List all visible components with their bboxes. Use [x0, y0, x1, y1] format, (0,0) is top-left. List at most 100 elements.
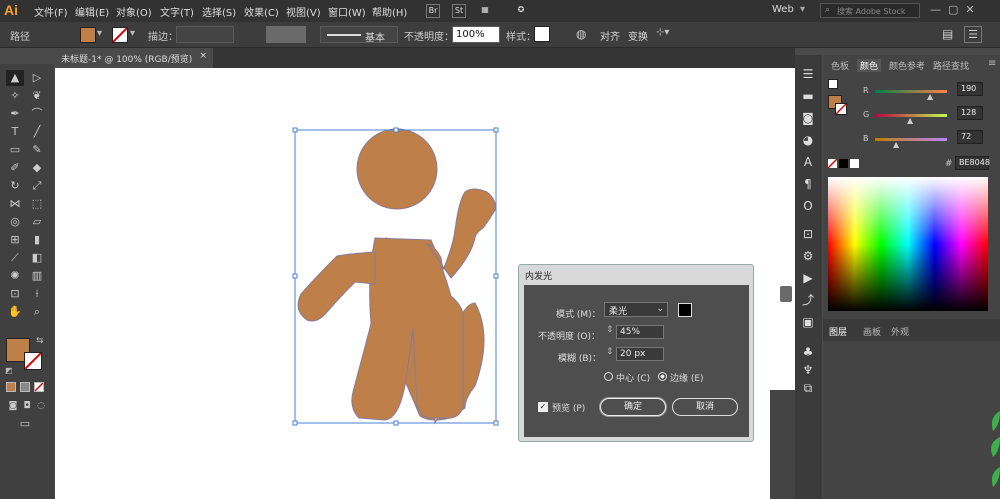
green-slider-thumb[interactable]: ▲: [907, 116, 913, 125]
center-radio[interactable]: [604, 372, 613, 381]
transform-panel-icon[interactable]: ⊡: [798, 225, 818, 243]
arrange-icon[interactable]: ▤: [942, 27, 953, 41]
edge-radio[interactable]: [658, 372, 667, 381]
rectangle-tool-icon[interactable]: ▭: [6, 142, 24, 158]
mesh-tool-icon[interactable]: ⊞: [6, 232, 24, 248]
color-spectrum[interactable]: [828, 177, 988, 311]
variable-width-profile[interactable]: [266, 26, 306, 43]
opacity-stepper-icon[interactable]: ⇕: [606, 325, 614, 335]
panel-menu-icon[interactable]: ≡: [988, 58, 996, 69]
paintbrush-tool-icon[interactable]: ✎: [28, 142, 46, 158]
gpu-performance-icon[interactable]: ✪: [514, 4, 528, 18]
fill-dropdown-icon[interactable]: ▾: [97, 28, 102, 39]
blur-stepper-icon[interactable]: ⇕: [606, 347, 614, 357]
links-icon[interactable]: ⧉: [798, 379, 818, 397]
draw-inside-icon[interactable]: ◌: [32, 398, 50, 414]
blue-slider-thumb[interactable]: ▲: [893, 140, 899, 149]
color-mode-icon[interactable]: [6, 382, 16, 392]
opacity-field-input[interactable]: 45%: [616, 325, 664, 339]
width-tool-icon[interactable]: ⋈: [6, 196, 24, 212]
scale-tool-icon[interactable]: ⤢: [28, 178, 46, 194]
black-swatch[interactable]: [839, 159, 848, 168]
asset-export-icon[interactable]: ▣: [798, 313, 818, 331]
blur-input[interactable]: 20 px: [616, 347, 664, 361]
blue-value-input[interactable]: 72: [957, 130, 983, 144]
document-tab[interactable]: 未标题-1* @ 100% (RGB/预览) ×: [55, 48, 213, 68]
glow-color-swatch[interactable]: [678, 303, 692, 317]
column-graph-tool-icon[interactable]: ▥: [28, 268, 46, 284]
screen-mode-icon[interactable]: ▭: [16, 416, 34, 432]
white-swatch[interactable]: [850, 159, 859, 168]
free-transform-tool-icon[interactable]: ⬚: [28, 196, 46, 212]
magic-wand-tool-icon[interactable]: ✧: [6, 88, 24, 104]
color-panel-icon[interactable]: ☰: [798, 65, 818, 83]
stroke-dropdown-icon[interactable]: ▾: [130, 28, 135, 39]
opentype-icon[interactable]: O: [798, 197, 818, 215]
shaper-tool-icon[interactable]: ✐: [6, 160, 24, 176]
tab-pathfinder[interactable]: 路径查找: [933, 59, 969, 72]
tab-swatches[interactable]: 色板: [831, 59, 849, 72]
preview-checkbox[interactable]: ✓: [538, 402, 548, 412]
gradient-tool-icon[interactable]: ▮: [28, 232, 46, 248]
brush-definition-dropdown[interactable]: 基本: [320, 26, 398, 44]
red-slider-thumb[interactable]: ▲: [927, 92, 933, 101]
fill-swatch[interactable]: [80, 27, 96, 43]
pen-tool-icon[interactable]: ✒: [6, 106, 24, 122]
shape-builder-tool-icon[interactable]: ◎: [6, 214, 24, 230]
isolate-icon[interactable]: ⊹▾: [656, 27, 669, 38]
menu-effect[interactable]: 效果(C): [244, 4, 279, 19]
export-icon[interactable]: ⤴: [798, 291, 818, 309]
curvature-tool-icon[interactable]: ⌒: [28, 106, 46, 122]
menu-file[interactable]: 文件(F): [34, 4, 68, 19]
menu-edit[interactable]: 编辑(E): [75, 4, 109, 19]
mode-select[interactable]: 柔光 ⌄: [604, 302, 668, 317]
puppet-warp-icon[interactable]: ♆: [798, 361, 818, 379]
lasso-tool-icon[interactable]: ❦: [28, 88, 46, 104]
opacity-input[interactable]: 100%: [452, 26, 500, 43]
none-mode-icon[interactable]: [34, 382, 44, 392]
canvas-scrollbar-thumb[interactable]: [780, 286, 792, 302]
menu-object[interactable]: 对象(O): [116, 4, 152, 19]
menu-view[interactable]: 视图(V): [286, 4, 321, 19]
appearance-icon[interactable]: ◕: [798, 131, 818, 149]
rotate-tool-icon[interactable]: ↻: [6, 178, 24, 194]
perspective-grid-tool-icon[interactable]: ▱: [28, 214, 46, 230]
character-icon[interactable]: A: [798, 153, 818, 171]
menu-window[interactable]: 窗口(W): [328, 4, 366, 19]
default-colors-icon[interactable]: ◩: [5, 366, 13, 375]
zoom-tool-icon[interactable]: ⌕: [28, 304, 46, 320]
stroke-weight-input[interactable]: [176, 26, 234, 43]
menu-select[interactable]: 选择(S): [202, 4, 236, 19]
artboard-tool-icon[interactable]: ⊡: [6, 286, 24, 302]
none-swatch-icon[interactable]: [828, 159, 837, 168]
red-value-input[interactable]: 190: [957, 82, 983, 96]
paragraph-icon[interactable]: ¶: [798, 175, 818, 193]
tab-artboards[interactable]: 画板: [863, 325, 881, 338]
bridge-button[interactable]: Br: [426, 4, 440, 18]
window-controls[interactable]: — ▢ ✕: [930, 3, 1000, 18]
symbol-sprayer-tool-icon[interactable]: ✺: [6, 268, 24, 284]
panel-stroke-swatch[interactable]: [835, 103, 847, 115]
color-guide-icon[interactable]: ▬: [798, 87, 818, 105]
direct-selection-tool-icon[interactable]: ▷: [28, 70, 46, 86]
blend-tool-icon[interactable]: ◧: [28, 250, 46, 266]
stock-search-input[interactable]: ⌕ 搜索 Adobe Stock: [820, 3, 920, 18]
gradient-mode-icon[interactable]: [20, 382, 30, 392]
stroke-swatch[interactable]: [112, 27, 128, 43]
tab-color[interactable]: 颜色: [857, 59, 882, 72]
tab-appearance[interactable]: 外观: [891, 325, 909, 338]
line-tool-icon[interactable]: ╱: [28, 124, 46, 140]
settings-icon[interactable]: ⚙: [798, 247, 818, 265]
menu-type[interactable]: 文字(T): [160, 4, 194, 19]
menu-help[interactable]: 帮助(H): [372, 4, 407, 19]
arrange-documents-icon[interactable]: ▦: [478, 4, 492, 18]
transform-button[interactable]: 变换: [628, 28, 648, 43]
eraser-tool-icon[interactable]: ◆: [28, 160, 46, 176]
blue-slider[interactable]: [875, 138, 947, 141]
hex-input[interactable]: BE8048: [955, 156, 990, 170]
stroke-color-box[interactable]: [24, 352, 42, 370]
red-slider[interactable]: [875, 90, 947, 93]
chevron-down-icon[interactable]: ▾: [800, 4, 805, 15]
close-icon[interactable]: ×: [199, 51, 207, 61]
align-button[interactable]: 对齐: [600, 28, 620, 43]
